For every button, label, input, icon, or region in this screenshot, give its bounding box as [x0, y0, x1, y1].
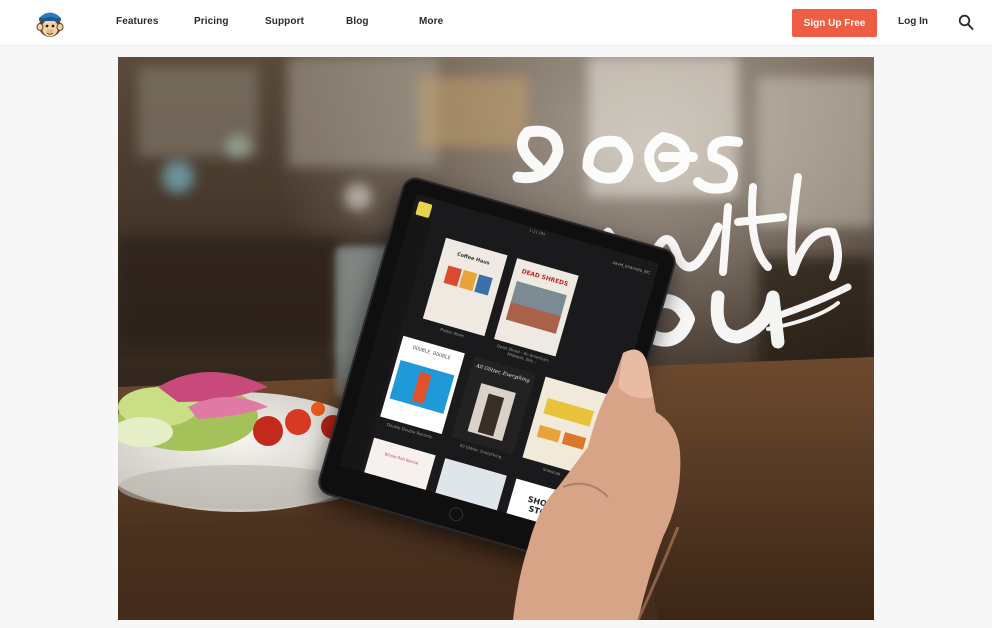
- sign-up-free-button[interactable]: Sign Up Free: [792, 9, 877, 37]
- nav-link-features[interactable]: Features: [116, 16, 159, 27]
- nav-link-pricing[interactable]: Pricing: [194, 16, 229, 27]
- nav-link-blog[interactable]: Blog: [346, 16, 369, 27]
- hero-photo: 1:21 PM david_kitamoto_MC Coffee Haus Po…: [118, 57, 874, 620]
- log-in-link[interactable]: Log In: [898, 16, 928, 27]
- search-icon[interactable]: [958, 14, 974, 31]
- top-navigation-bar: Features Pricing Support Blog More Sign …: [0, 0, 992, 46]
- freddie-monkey-icon[interactable]: [36, 9, 64, 38]
- hand-image: [513, 349, 681, 620]
- nav-link-support[interactable]: Support: [265, 16, 304, 27]
- nav-link-more[interactable]: More: [419, 16, 443, 27]
